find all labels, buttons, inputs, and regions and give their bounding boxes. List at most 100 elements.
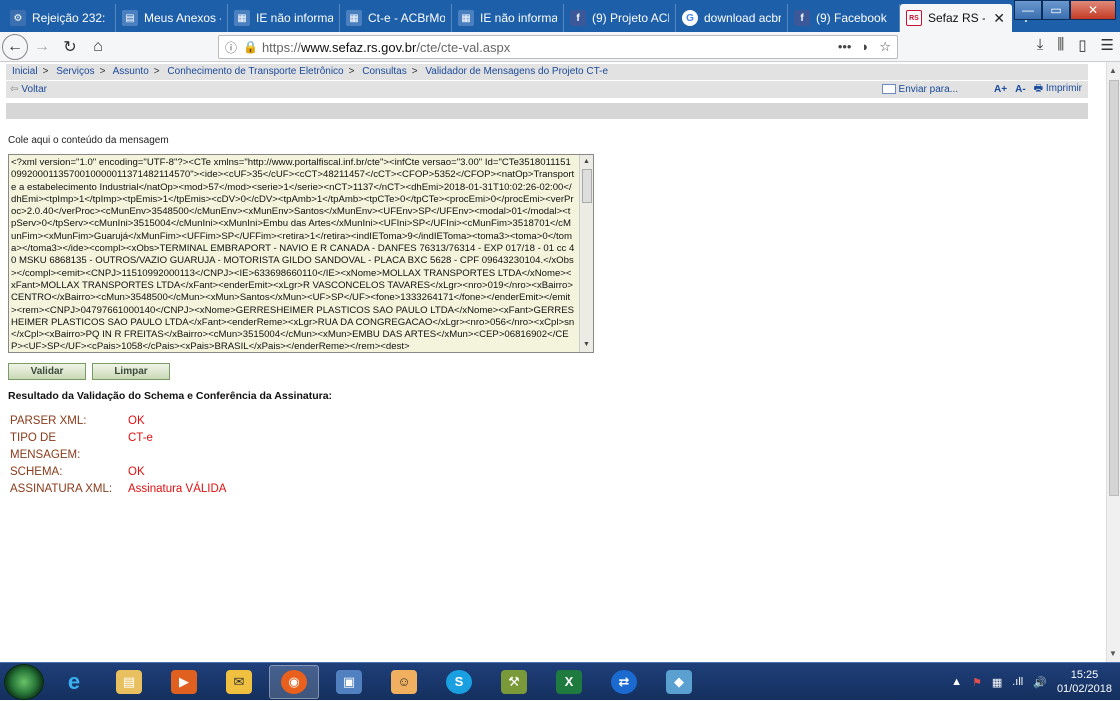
facebook-icon: f xyxy=(570,10,586,26)
font-decrease-button[interactable]: A- xyxy=(1015,84,1026,95)
info-icon[interactable]: ⓘ xyxy=(225,39,237,56)
taskbar-mail[interactable]: ✉ xyxy=(214,665,264,699)
breadcrumb-link-cte[interactable]: Conhecimento de Transporte Eletrônico xyxy=(167,66,343,77)
reload-button[interactable]: ↻ xyxy=(56,33,84,61)
url-path: /cte/cte-val.aspx xyxy=(416,39,511,55)
google-icon: G xyxy=(682,10,698,26)
system-tray: ▲ ⚑ ▦ .ıll 🔊 15:25 01/02/2018 xyxy=(951,663,1112,701)
breadcrumb-link-validador[interactable]: Validador de Mensagens do Projeto CT-e xyxy=(425,66,608,77)
tools-icon: ⚒ xyxy=(501,669,527,694)
tab-4[interactable]: ▦ Ct-e - ACBrMo xyxy=(340,4,452,32)
section-divider xyxy=(6,103,1088,119)
textarea-scrollbar[interactable]: ▲ ▼ xyxy=(579,155,593,352)
breadcrumb-link-assunto[interactable]: Assunto xyxy=(113,66,149,77)
media-player-icon: ▶ xyxy=(171,669,197,694)
validate-button[interactable]: Validar xyxy=(8,363,86,380)
volume-icon[interactable]: 🔊 xyxy=(1033,676,1047,689)
clock-date: 01/02/2018 xyxy=(1056,683,1112,695)
taskbar-firefox[interactable]: ◉ xyxy=(269,664,319,699)
breadcrumb-link-inicial[interactable]: Inicial xyxy=(12,66,38,77)
url-prefix: https:// xyxy=(261,39,301,55)
taskbar-app1[interactable]: ▣ xyxy=(324,665,374,699)
page-scrollbar[interactable]: ▲ ▼ xyxy=(1106,62,1120,662)
device-icon[interactable]: ▦ xyxy=(992,676,1002,689)
xml-content: <?xml version="1.0" encoding="UTF-8"?><C… xyxy=(11,157,575,353)
site-icon: ▦ xyxy=(234,10,250,26)
downloads-icon[interactable]: ⤓ xyxy=(1037,36,1044,54)
more-actions-icon[interactable]: ••• xyxy=(838,39,852,55)
minimize-button[interactable]: — xyxy=(1014,0,1042,20)
result-value: Assinatura VÁLIDA xyxy=(128,483,227,495)
taskbar-app3[interactable]: ◆ xyxy=(654,665,704,699)
tab-3[interactable]: ▦ IE não informa xyxy=(228,4,340,32)
document-icon: ▣ xyxy=(336,669,362,694)
taskbar-teamviewer[interactable]: ⇄ xyxy=(599,665,649,699)
breadcrumb-link-consultas[interactable]: Consultas xyxy=(362,66,406,77)
file-explorer-icon: ▤ xyxy=(116,669,142,694)
mail-icon: ✉ xyxy=(226,669,252,694)
facebook-icon: f xyxy=(794,10,810,26)
taskbar-skype[interactable]: S xyxy=(434,665,484,699)
taskbar-excel[interactable]: X xyxy=(544,665,594,699)
clock-time: 15:25 xyxy=(1070,669,1099,681)
back-button[interactable]: ← xyxy=(2,33,28,60)
close-tab-icon[interactable]: ✕ xyxy=(993,10,1005,27)
close-window-button[interactable]: ✕ xyxy=(1070,0,1116,20)
tab-8[interactable]: f (9) Facebook xyxy=(788,4,900,32)
tray-expand-icon[interactable]: ▲ xyxy=(951,676,962,688)
breadcrumb-link-servicos[interactable]: Serviços xyxy=(56,66,94,77)
taskbar-tools[interactable]: ⚒ xyxy=(489,665,539,699)
maximize-button[interactable]: ▭ xyxy=(1042,0,1070,20)
font-increase-button[interactable]: A+ xyxy=(994,84,1007,95)
clear-button[interactable]: Limpar xyxy=(92,363,170,380)
url-actions: ••• ◗ ☆ xyxy=(838,39,891,55)
page-toolbar: ⇦ Voltar Enviar para... A+ A- 🖶 Imprimir xyxy=(6,80,1088,98)
menu-icon[interactable]: ☰ xyxy=(1101,36,1114,54)
result-title: Resultado da Validação do Schema e Confe… xyxy=(8,390,333,402)
tab-9-active[interactable]: RSSefaz RS - C✕ xyxy=(900,4,1012,32)
textarea-scroll-thumb[interactable] xyxy=(582,169,592,203)
library-icon[interactable]: ⫼ xyxy=(1057,36,1064,54)
notepad-icon: ◆ xyxy=(666,669,692,694)
xml-input-textarea[interactable]: <?xml version="1.0" encoding="UTF-8"?><C… xyxy=(8,154,594,353)
result-row: PARSER XML: OK xyxy=(10,413,226,430)
tab-5[interactable]: ▦ IE não informa xyxy=(452,4,564,32)
start-button[interactable] xyxy=(4,663,44,700)
taskbar-app2[interactable]: ☺ xyxy=(379,665,429,699)
tab-7[interactable]: Gdownload acbr xyxy=(676,4,788,32)
page-scroll-thumb[interactable] xyxy=(1109,80,1119,496)
result-value: OK xyxy=(128,415,145,427)
send-link[interactable]: Enviar para... xyxy=(881,84,958,95)
url-bar[interactable]: ⓘ 🔒 https://www.sefaz.rs.gov.br/cte/cte-… xyxy=(218,35,898,59)
taskbar-ie[interactable]: e xyxy=(49,665,99,699)
breadcrumb: Inicial > Serviços > Assunto > Conhecimento… xyxy=(6,64,1088,80)
flag-icon[interactable]: ⚑ xyxy=(972,676,982,689)
forward-button[interactable]: → xyxy=(28,33,56,61)
scroll-up-icon[interactable]: ▲ xyxy=(583,156,590,168)
lock-icon: 🔒 xyxy=(243,40,258,54)
page-scroll-down-icon[interactable]: ▼ xyxy=(1109,649,1117,658)
back-link[interactable]: ⇦ Voltar xyxy=(10,84,47,95)
url-host: www.sefaz.rs.gov.br xyxy=(300,39,417,55)
result-value: CT-e xyxy=(128,432,153,444)
result-row: TIPO DE MENSAGEM: CT-e xyxy=(10,430,226,464)
bookmark-star-icon[interactable]: ☆ xyxy=(879,39,891,55)
windows-taskbar: e ▤ ▶ ✉ ◉ ▣ ☺ S ⚒ X ⇄ ◆ ▲ ⚑ ▦ .ıll 🔊 15:… xyxy=(0,662,1120,700)
result-table: PARSER XML: OK TIPO DE MENSAGEM: CT-e SCHE… xyxy=(10,413,226,498)
taskbar-media[interactable]: ▶ xyxy=(159,665,209,699)
clock[interactable]: 15:25 01/02/2018 xyxy=(1057,668,1112,696)
tab-2[interactable]: ▤ Meus Anexos - xyxy=(116,4,228,32)
taskbar-explorer[interactable]: ▤ xyxy=(104,665,154,699)
tab-6[interactable]: f (9) Projeto ACB xyxy=(564,4,676,32)
pocket-icon[interactable]: ◗ xyxy=(861,39,869,55)
user-icon: ☺ xyxy=(391,669,417,694)
network-signal-icon[interactable]: .ıll xyxy=(1012,676,1023,688)
folder-icon: ▤ xyxy=(122,10,138,26)
home-button[interactable]: ⌂ xyxy=(84,33,112,61)
printer-icon: 🖶 xyxy=(1033,83,1044,94)
tab-1[interactable]: ⚙Rejeição 232: IE xyxy=(4,4,116,32)
scroll-down-icon[interactable]: ▼ xyxy=(583,339,590,351)
sidebar-icon[interactable]: ▯ xyxy=(1078,36,1086,54)
page-scroll-up-icon[interactable]: ▲ xyxy=(1109,66,1117,75)
print-link[interactable]: 🖶 Imprimir xyxy=(1034,81,1082,98)
